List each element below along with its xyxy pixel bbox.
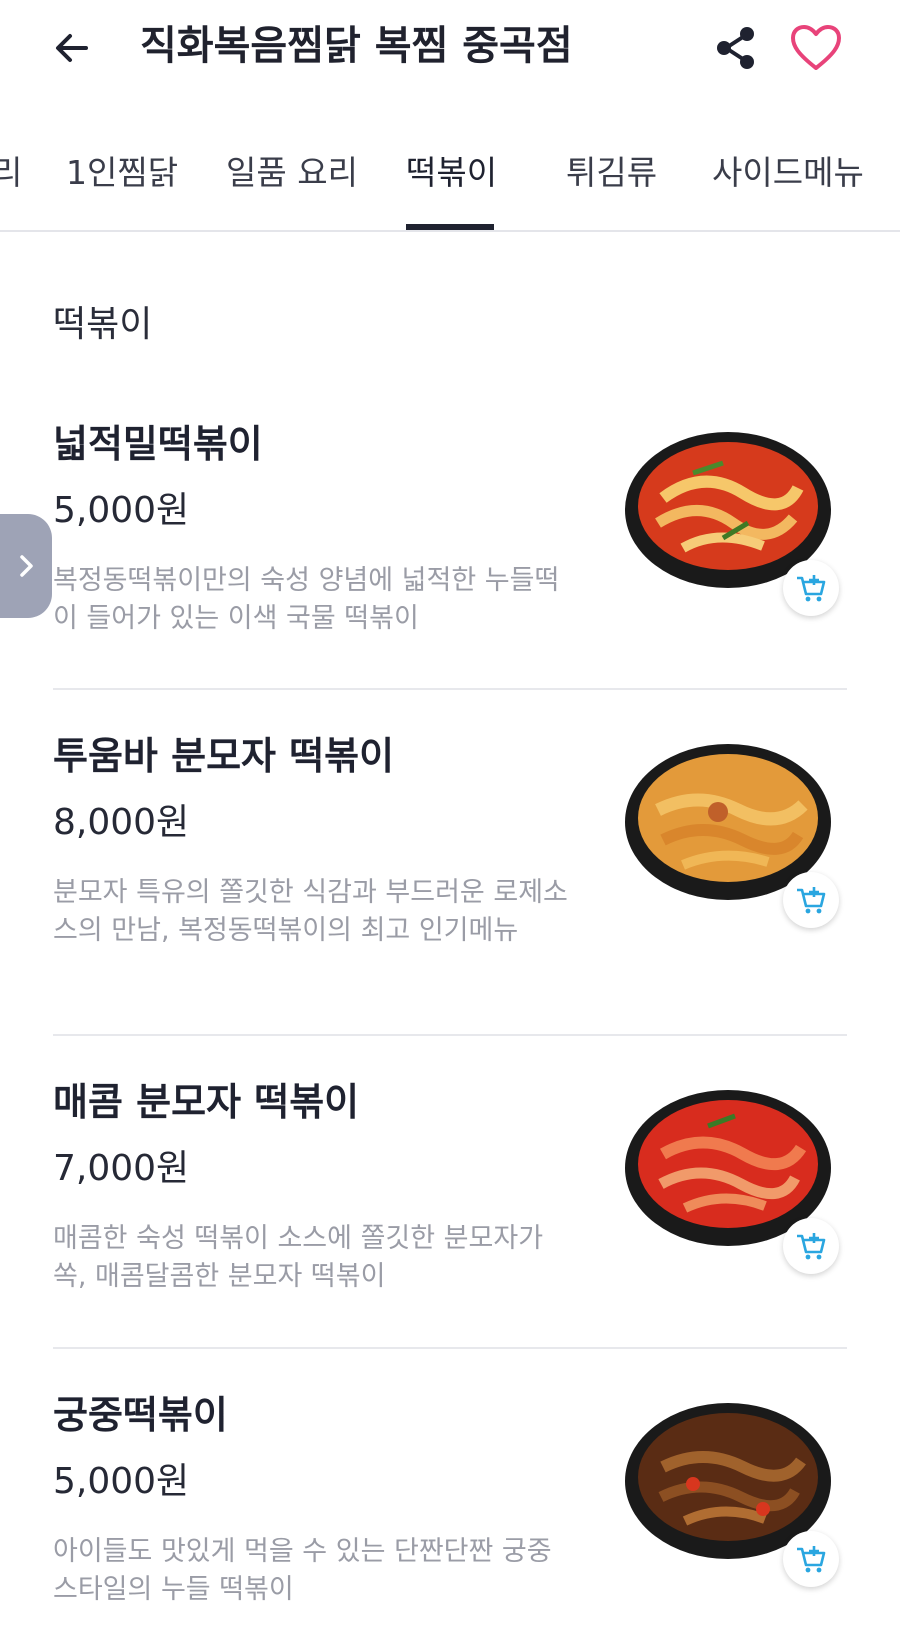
arrow-left-icon bbox=[56, 34, 88, 62]
menu-divider bbox=[53, 1347, 847, 1349]
add-to-cart-button[interactable] bbox=[783, 560, 839, 616]
tab-fried-food[interactable]: 튀김류 bbox=[566, 150, 657, 196]
add-to-cart-button[interactable] bbox=[783, 1218, 839, 1274]
cart-plus-icon bbox=[797, 887, 826, 914]
menu-item[interactable]: 궁중떡볶이 5,000원 아이들도 맛있게 먹을 수 있는 단짠단짠 궁중 스타… bbox=[53, 1389, 847, 1631]
tab-single-jjimdak[interactable]: 1인찜닭 bbox=[66, 150, 178, 196]
cart-plus-icon bbox=[797, 575, 826, 602]
share-icon bbox=[717, 27, 754, 69]
menu-item[interactable]: 넓적밀떡볶이 5,000원 복정동떡볶이만의 숙성 양념에 넓적한 누들떡이 들… bbox=[53, 418, 847, 658]
category-tabs: 리 1인찜닭 일품 요리 떡볶이 튀김류 사이드메뉴 bbox=[0, 140, 900, 232]
menu-item-description: 복정동떡볶이만의 숙성 양념에 넓적한 누들떡이 들어가 있는 이색 국물 떡볶… bbox=[53, 565, 560, 634]
menu-item-description: 아이들도 맛있게 먹을 수 있는 단짠단짠 궁중 스타일의 누들 떡볶이 bbox=[53, 1536, 552, 1605]
menu-divider bbox=[53, 688, 847, 690]
cart-plus-icon bbox=[797, 1233, 826, 1260]
menu-item-price: 7,000원 bbox=[53, 1148, 190, 1189]
share-button[interactable] bbox=[706, 20, 766, 76]
tab-partial[interactable]: 리 bbox=[0, 150, 22, 196]
menu-item-price: 5,000원 bbox=[53, 1461, 190, 1502]
menu-divider bbox=[53, 1034, 847, 1036]
menu-item-name: 투움바 분모자 떡볶이 bbox=[53, 734, 395, 778]
menu-item[interactable]: 투움바 분모자 떡볶이 8,000원 분모자 특유의 쫄깃한 식감과 부드러운 … bbox=[53, 730, 847, 1000]
section-title: 떡볶이 bbox=[53, 304, 153, 345]
add-to-cart-button[interactable] bbox=[783, 872, 839, 928]
cart-plus-icon bbox=[797, 1546, 826, 1573]
chevron-right-icon bbox=[20, 555, 33, 577]
menu-item-description: 분모자 특유의 쫄깃한 식감과 부드러운 로제소스의 만남, 복정동떡볶이의 최… bbox=[53, 877, 568, 946]
tab-side-menu[interactable]: 사이드메뉴 bbox=[712, 150, 864, 196]
side-panel-toggle[interactable] bbox=[0, 514, 52, 618]
store-title: 직화복음찜닭 복찜 중곡점 bbox=[140, 23, 573, 69]
heart-icon bbox=[791, 25, 841, 70]
menu-item-description: 매콤한 숙성 떡볶이 소스에 쫄깃한 분모자가 쏙, 매콤달콤한 분모자 떡볶이 bbox=[53, 1223, 544, 1292]
tab-tteokbokki[interactable]: 떡볶이 bbox=[406, 150, 497, 196]
favorite-button[interactable] bbox=[786, 18, 846, 78]
menu-item-price: 8,000원 bbox=[53, 802, 190, 843]
active-tab-indicator bbox=[406, 224, 494, 230]
menu-item-name: 넓적밀떡볶이 bbox=[53, 422, 263, 466]
menu-item-name: 궁중떡볶이 bbox=[53, 1393, 228, 1437]
menu-item-name: 매콤 분모자 떡볶이 bbox=[53, 1080, 360, 1124]
add-to-cart-button[interactable] bbox=[783, 1531, 839, 1587]
back-button[interactable] bbox=[44, 20, 100, 76]
menu-item[interactable]: 매콤 분모자 떡볶이 7,000원 매콤한 숙성 떡볶이 소스에 쫄깃한 분모자… bbox=[53, 1076, 847, 1316]
tab-special-dishes[interactable]: 일품 요리 bbox=[226, 150, 358, 196]
menu-item-price: 5,000원 bbox=[53, 490, 190, 531]
app-header: 직화복음찜닭 복찜 중곡점 bbox=[0, 0, 900, 96]
